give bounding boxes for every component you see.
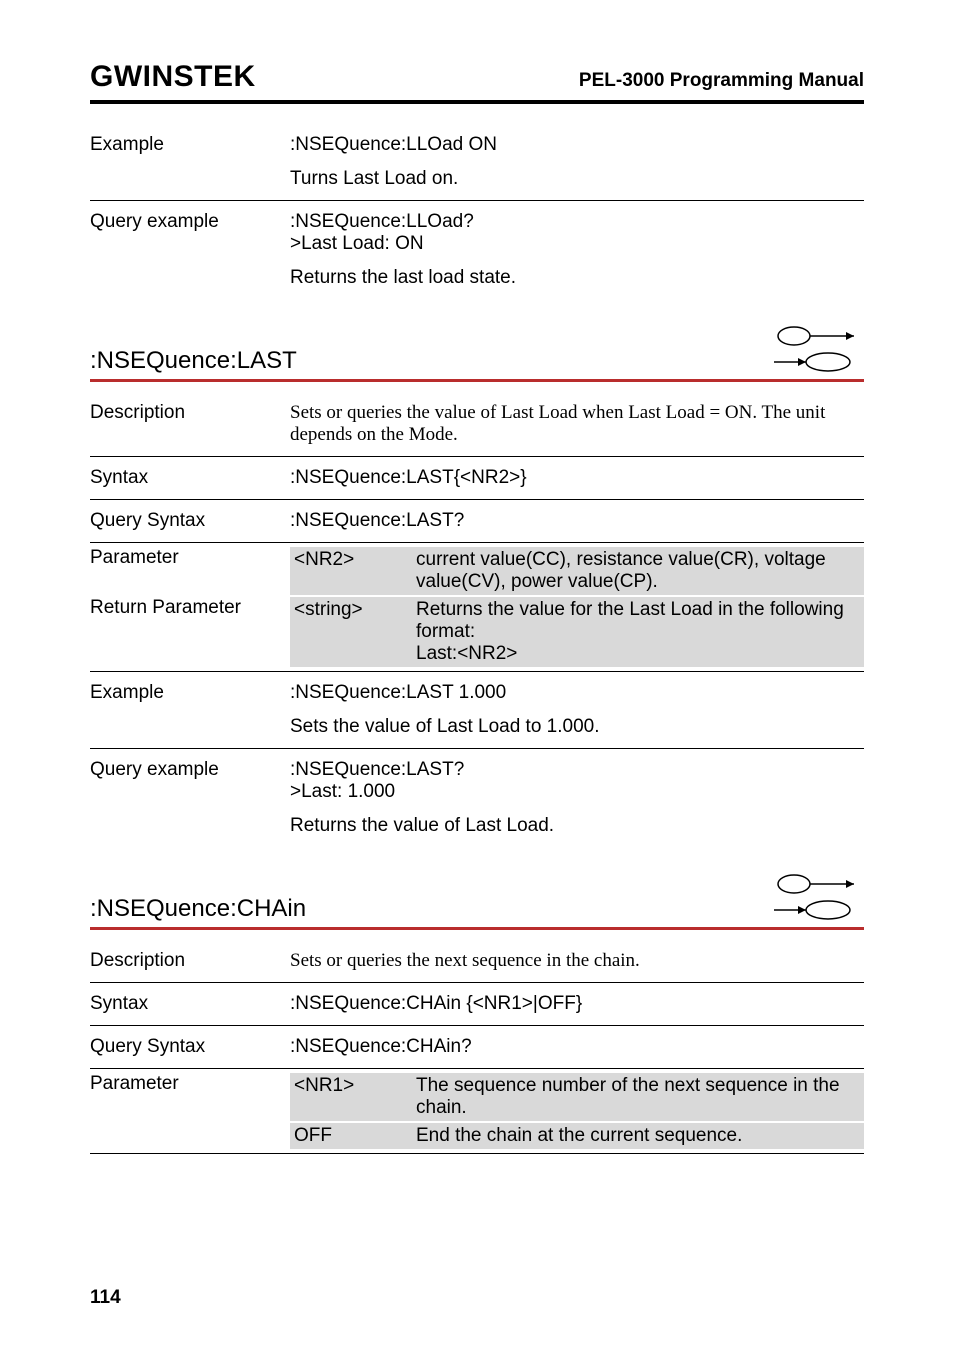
syntax-label: Syntax xyxy=(90,993,290,1015)
divider xyxy=(90,748,864,749)
return-parameter-row: Return Parameter <string> Returns the va… xyxy=(90,597,864,667)
syntax-label: Syntax xyxy=(90,467,290,489)
divider xyxy=(90,542,864,543)
manual-title: PEL-3000 Programming Manual xyxy=(579,70,864,92)
syntax-value: :NSEQuence:CHAin {<NR1>|OFF} xyxy=(290,993,864,1015)
query-example-label: Query example xyxy=(90,759,290,781)
query-response: >Last Load: ON xyxy=(290,233,864,255)
parameter-row-2: OFF End the chain at the current sequenc… xyxy=(90,1123,864,1149)
divider xyxy=(90,1025,864,1026)
divider xyxy=(90,671,864,672)
brand-logo: GWINSTEK xyxy=(90,60,256,94)
section-title: :NSEQuence:LAST xyxy=(90,347,297,375)
query-desc-row: Returns the last load state. xyxy=(90,261,864,295)
query-response: >Last: 1.000 xyxy=(290,781,864,803)
query-syntax-row: Query Syntax :NSEQuence:LAST? xyxy=(90,504,864,538)
parameter-code: OFF xyxy=(290,1123,410,1149)
query-desc: Returns the last load state. xyxy=(290,267,864,289)
command-type-icons xyxy=(774,325,864,375)
query-example-label: Query example xyxy=(90,211,290,233)
example-label: Example xyxy=(90,134,290,156)
parameter-code: <NR1> xyxy=(290,1073,410,1121)
divider xyxy=(90,1153,864,1154)
query-syntax-label: Query Syntax xyxy=(90,510,290,532)
syntax-value: :NSEQuence:LAST{<NR2>} xyxy=(290,467,864,489)
section-header-last: :NSEQuence:LAST xyxy=(90,325,864,382)
query-example-row: Query example :NSEQuence:LLOad? >Last Lo… xyxy=(90,205,864,261)
query-desc: Returns the value of Last Load. xyxy=(290,815,864,837)
parameter-label: Parameter xyxy=(90,547,290,595)
description-row: Description Sets or queries the value of… xyxy=(90,396,864,452)
query-desc-row: Returns the value of Last Load. xyxy=(90,809,864,843)
query-command-icon xyxy=(774,351,864,373)
parameter-desc: The sequence number of the next sequence… xyxy=(410,1073,864,1121)
query-cmd: :NSEQuence:LAST? xyxy=(290,759,864,781)
description-label: Description xyxy=(90,950,290,972)
command-type-icons xyxy=(774,873,864,923)
divider xyxy=(90,200,864,201)
section-title: :NSEQuence:CHAin xyxy=(90,895,306,923)
example-label: Example xyxy=(90,682,290,704)
return-parameter-code: <string> xyxy=(290,597,410,667)
example-desc-row: Turns Last Load on. xyxy=(90,162,864,196)
parameter-row: Parameter <NR2> current value(CC), resis… xyxy=(90,547,864,595)
section-header-chain: :NSEQuence:CHAin xyxy=(90,873,864,930)
description-row: Description Sets or queries the next seq… xyxy=(90,944,864,978)
divider xyxy=(90,1068,864,1069)
query-example-row: Query example :NSEQuence:LAST? >Last: 1.… xyxy=(90,753,864,809)
example-desc-row: Sets the value of Last Load to 1.000. xyxy=(90,710,864,744)
parameter-code: <NR2> xyxy=(290,547,410,595)
example-cmd: :NSEQuence:LAST 1.000 xyxy=(290,682,864,704)
page-header: GWINSTEK PEL-3000 Programming Manual xyxy=(90,60,864,104)
parameter-row: Parameter <NR1> The sequence number of t… xyxy=(90,1073,864,1121)
set-command-icon xyxy=(774,873,864,895)
parameter-label: Parameter xyxy=(90,1073,290,1121)
set-command-icon xyxy=(774,325,864,347)
example-cmd: :NSEQuence:LLOad ON xyxy=(290,134,864,156)
divider xyxy=(90,456,864,457)
return-parameter-label: Return Parameter xyxy=(90,597,241,667)
parameter-desc: current value(CC), resistance value(CR),… xyxy=(410,547,864,595)
divider xyxy=(90,499,864,500)
query-syntax-value: :NSEQuence:CHAin? xyxy=(290,1036,864,1058)
description-text: Sets or queries the next sequence in the… xyxy=(290,950,864,972)
query-syntax-row: Query Syntax :NSEQuence:CHAin? xyxy=(90,1030,864,1064)
query-syntax-label: Query Syntax xyxy=(90,1036,290,1058)
query-command-icon xyxy=(774,899,864,921)
example-desc: Turns Last Load on. xyxy=(290,168,864,190)
description-text: Sets or queries the value of Last Load w… xyxy=(290,402,864,446)
query-cmd: :NSEQuence:LLOad? xyxy=(290,211,864,233)
parameter-desc: End the chain at the current sequence. xyxy=(410,1123,864,1149)
description-label: Description xyxy=(90,402,290,424)
example-row: Example :NSEQuence:LAST 1.000 xyxy=(90,676,864,710)
divider xyxy=(90,982,864,983)
syntax-row: Syntax :NSEQuence:LAST{<NR2>} xyxy=(90,461,864,495)
return-parameter-desc: Returns the value for the Last Load in t… xyxy=(410,597,864,667)
page-number: 114 xyxy=(90,1287,121,1309)
example-row: Example :NSEQuence:LLOad ON xyxy=(90,128,864,162)
example-desc: Sets the value of Last Load to 1.000. xyxy=(290,716,864,738)
syntax-row: Syntax :NSEQuence:CHAin {<NR1>|OFF} xyxy=(90,987,864,1021)
query-syntax-value: :NSEQuence:LAST? xyxy=(290,510,864,532)
